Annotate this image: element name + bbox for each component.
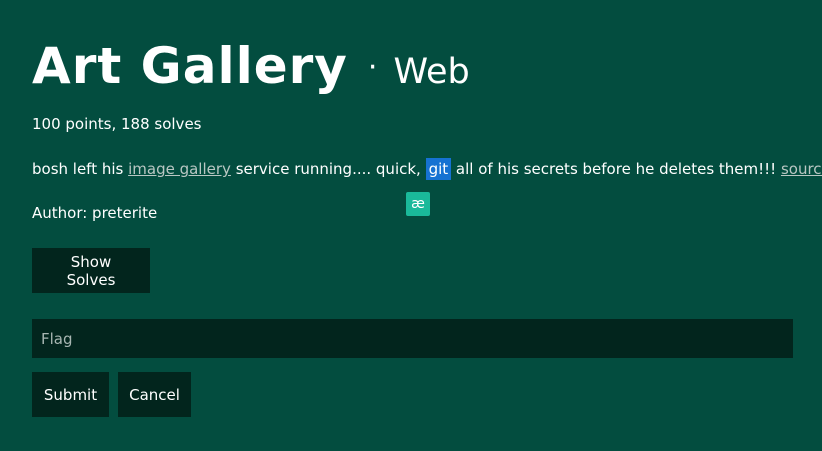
flag-input[interactable] <box>32 319 793 358</box>
ae-icon[interactable]: æ <box>406 192 430 216</box>
challenge-category: Web <box>393 52 470 92</box>
image-gallery-link[interactable]: image gallery <box>128 160 231 178</box>
challenge-meta: 100 points, 188 solves <box>32 115 202 133</box>
challenge-description: bosh left his image gallery service runn… <box>32 158 822 180</box>
challenge-title: Art Gallery <box>32 37 348 95</box>
challenge-page: Art Gallery · Web 100 points, 188 solves… <box>0 0 822 451</box>
selected-text-highlight: git <box>425 158 452 180</box>
description-text-1: bosh left his <box>32 160 129 178</box>
description-text-2: service running.... quick, <box>230 160 426 178</box>
challenge-author: Author: preterite <box>32 204 158 222</box>
cancel-button[interactable]: Cancel <box>118 372 191 417</box>
title-separator: · <box>367 50 378 85</box>
source-link[interactable]: source <box>781 160 822 178</box>
show-solves-button[interactable]: Show Solves <box>32 248 150 293</box>
submit-button[interactable]: Submit <box>32 372 109 417</box>
description-text-3: all of his secrets before he deletes the… <box>451 160 781 178</box>
title-row: Art Gallery · Web <box>32 36 470 96</box>
